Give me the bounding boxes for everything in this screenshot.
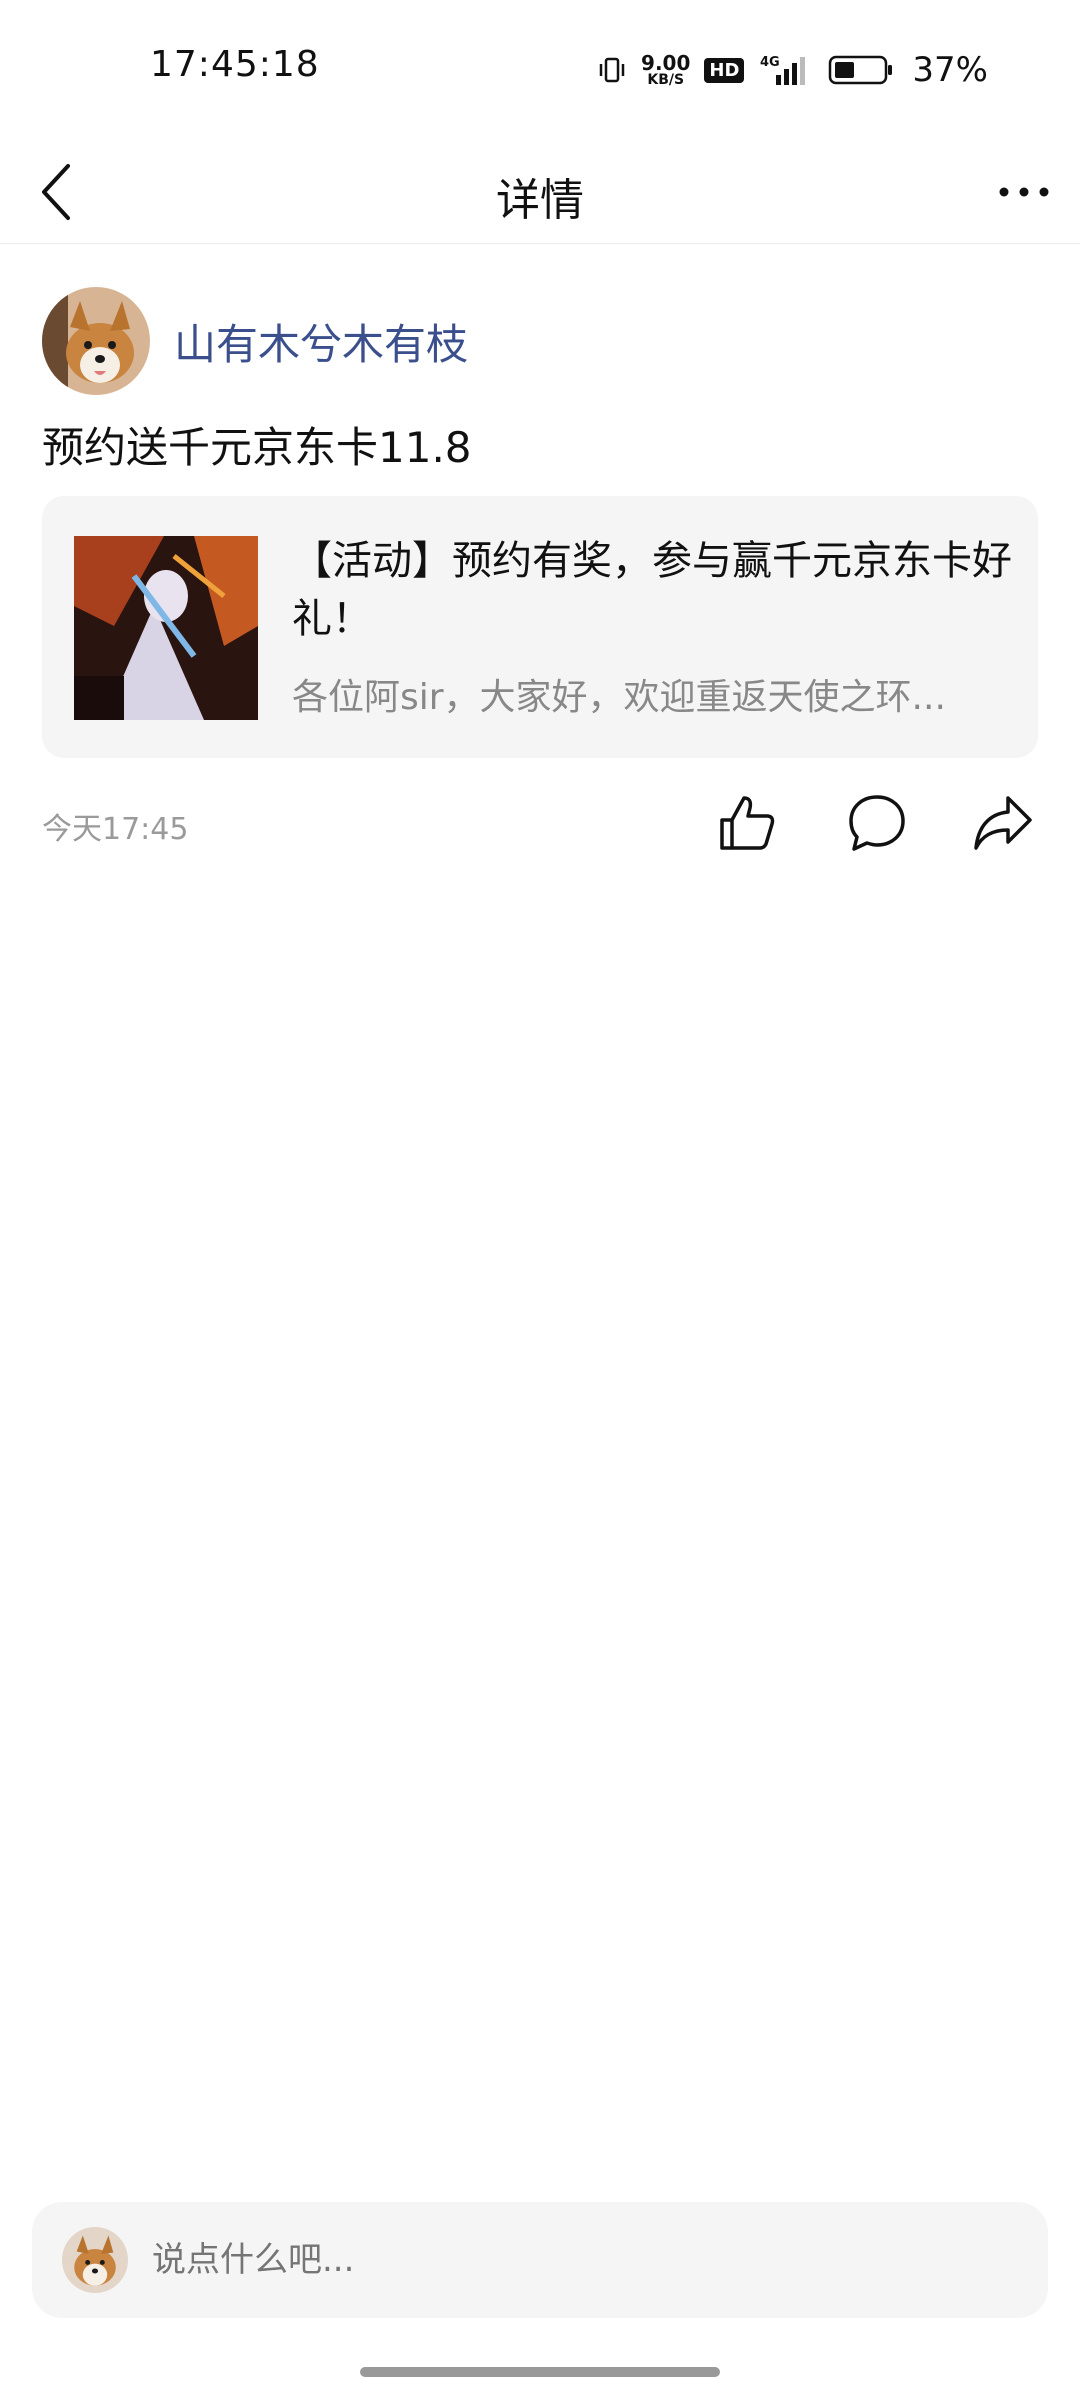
hd-badge: HD [704,57,745,83]
comment-icon [849,795,905,851]
like-button[interactable] [712,788,782,858]
more-horizontal-icon [999,187,1049,197]
more-options-button[interactable] [994,162,1054,222]
network-speed: 9.00 KB/S [641,53,690,87]
post: 山有木兮木有枝 预约送千元京东卡11.8 【活动】预约有奖，参与赢千元京东卡好礼… [42,286,1038,868]
post-detail-screen: 17:45:18 9.00 KB/S HD 4G 37% 详情 山有木兮木有枝 … [0,0,1080,2400]
comment-input[interactable] [152,2240,972,2280]
network-speed-value: 9.00 [641,51,691,75]
page-title: 详情 [496,175,584,226]
current-user-avatar [62,2227,128,2293]
article-thumbnail [74,536,258,720]
battery-percent: 37% [912,50,988,90]
thumbs-up-icon [720,796,775,850]
linked-article-card[interactable]: 【活动】预约有奖，参与赢千元京东卡好礼！ 各位阿sir，大家好，欢迎重返天使之环… [42,496,1038,758]
post-meta-row: 今天17:45 [42,778,1038,868]
status-bar: 17:45:18 9.00 KB/S HD 4G 37% [0,0,1080,140]
author-avatar[interactable] [42,287,150,395]
post-time: 今天17:45 [42,812,189,847]
svg-text:4G: 4G [760,55,780,70]
share-button[interactable] [968,788,1038,858]
author-name[interactable]: 山有木兮木有枝 [174,311,468,372]
status-time: 17:45:18 [150,44,320,85]
author-row: 山有木兮木有枝 [42,286,1038,396]
home-indicator[interactable] [360,2367,720,2377]
signal-4g-icon: 4G [758,53,814,87]
comment-input-bar[interactable] [32,2202,1048,2318]
comment-button[interactable] [842,788,912,858]
status-icons: 9.00 KB/S HD 4G 37% [597,48,988,92]
battery-icon [828,54,894,86]
vibrate-icon [597,55,627,85]
article-description: 各位阿sir，大家好，欢迎重返天使之环... [292,677,946,718]
article-title: 【活动】预约有奖，参与赢千元京东卡好礼！ [292,538,1012,642]
share-icon [974,796,1032,850]
top-nav-bar: 详情 [0,140,1080,244]
post-text: 预约送千元京东卡11.8 [42,423,472,472]
network-speed-unit: KB/S [647,72,685,88]
